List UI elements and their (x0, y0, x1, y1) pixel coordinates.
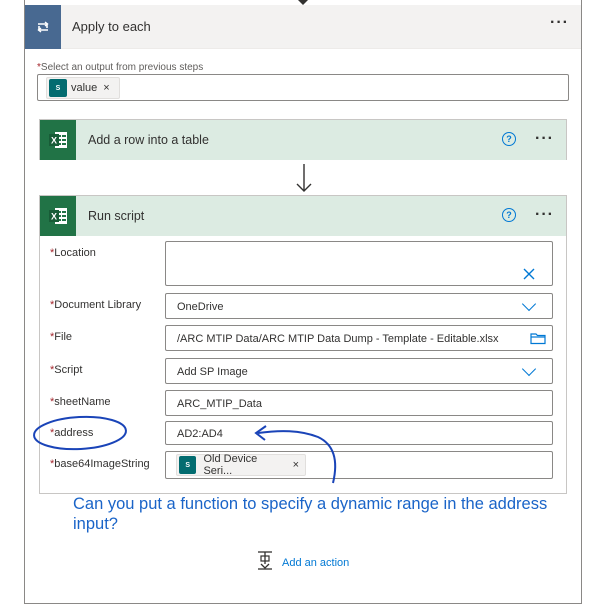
apply-to-each-more-button[interactable]: ··· (550, 14, 569, 32)
location-label: *Location (50, 247, 96, 259)
add-action-label: Add an action (282, 556, 350, 569)
old-device-token-label: Old Device Seri... (203, 453, 258, 477)
location-input[interactable] (165, 241, 553, 286)
svg-text:X: X (51, 212, 57, 222)
run-script-title: Run script (88, 209, 145, 223)
annotation-note: Can you put a function to specify a dyna… (73, 495, 548, 533)
script-select[interactable]: Add SP Image (165, 358, 553, 384)
folder-icon[interactable] (530, 331, 546, 350)
document-library-select[interactable]: OneDrive (165, 293, 553, 319)
excel-icon: X (40, 120, 76, 160)
value-token[interactable]: S value × (46, 77, 120, 99)
sheet-name-input[interactable]: ARC_MTIP_Data (165, 390, 553, 416)
file-label: *File (50, 331, 73, 343)
arrow-down-icon (294, 162, 314, 199)
apply-to-each-title: Apply to each (72, 19, 151, 34)
value-token-label: value (71, 82, 98, 94)
add-row-card[interactable]: X Add a row into a table ? ··· (39, 119, 567, 160)
close-icon[interactable]: × (103, 82, 109, 94)
loop-icon (25, 5, 61, 49)
help-icon[interactable]: ? (502, 208, 516, 222)
svg-text:X: X (51, 136, 57, 146)
sharepoint-icon: S (179, 456, 197, 474)
select-output-label: *Select an output from previous steps (37, 62, 204, 73)
close-icon[interactable] (523, 267, 535, 285)
script-label: *Script (50, 364, 83, 376)
excel-icon: X (40, 196, 76, 236)
close-icon[interactable]: × (293, 459, 299, 471)
address-input[interactable]: AD2:AD4 (165, 421, 553, 445)
help-icon[interactable]: ? (502, 132, 516, 146)
add-row-more-button[interactable]: ··· (535, 130, 554, 148)
old-device-token[interactable]: S Old Device Seri... × (176, 453, 306, 477)
address-label: *address (50, 427, 94, 439)
run-script-more-button[interactable]: ··· (535, 206, 554, 224)
add-action-icon (256, 550, 274, 575)
document-library-label: *Document Library (50, 299, 142, 311)
add-row-title: Add a row into a table (88, 133, 209, 147)
flow-designer-canvas: Apply to each ··· *Select an output from… (0, 0, 600, 612)
file-input[interactable]: /ARC MTIP Data/ARC MTIP Data Dump - Temp… (165, 325, 553, 351)
sheet-name-label: *sheetName (50, 396, 111, 408)
sharepoint-icon: S (49, 79, 67, 97)
add-action-button[interactable]: Add an action (256, 550, 349, 575)
base64-image-string-label: *base64ImageString (50, 458, 150, 470)
